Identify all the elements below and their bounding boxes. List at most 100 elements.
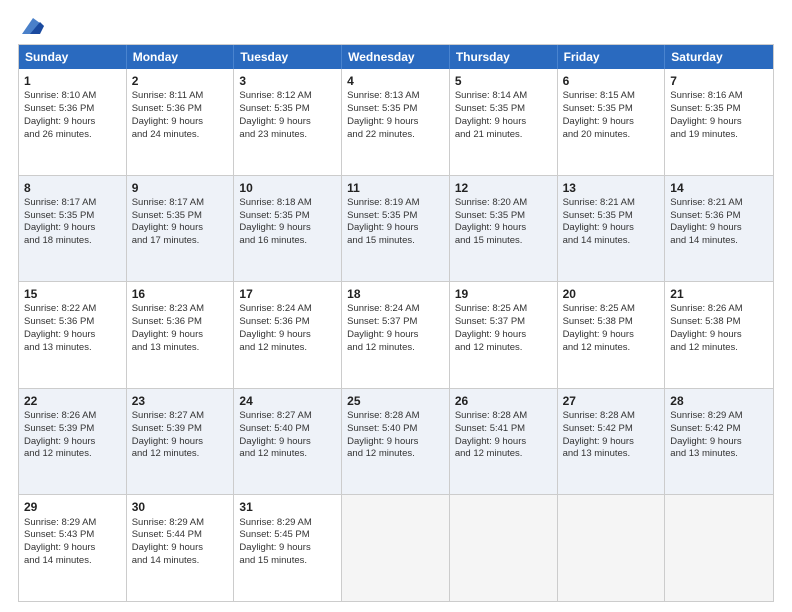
day-number: 24 xyxy=(239,393,336,409)
day-info-line: Sunset: 5:42 PM xyxy=(670,423,768,436)
day-number: 11 xyxy=(347,180,444,196)
day-number: 31 xyxy=(239,499,336,515)
day-number: 26 xyxy=(455,393,552,409)
day-info-line: and 12 minutes. xyxy=(563,342,660,355)
day-info-line: and 12 minutes. xyxy=(455,448,552,461)
header-day-tuesday: Tuesday xyxy=(234,45,342,69)
cal-row-3: 15Sunrise: 8:22 AMSunset: 5:36 PMDayligh… xyxy=(19,282,773,389)
day-info-line: Sunset: 5:35 PM xyxy=(347,103,444,116)
day-info-line: Sunset: 5:35 PM xyxy=(239,103,336,116)
cal-cell-day-1: 1Sunrise: 8:10 AMSunset: 5:36 PMDaylight… xyxy=(19,69,127,175)
day-info-line: Daylight: 9 hours xyxy=(239,116,336,129)
day-info-line: Sunrise: 8:27 AM xyxy=(239,410,336,423)
day-info-line: Daylight: 9 hours xyxy=(132,542,229,555)
day-info-line: Daylight: 9 hours xyxy=(239,222,336,235)
day-info-line: Daylight: 9 hours xyxy=(24,329,121,342)
day-info-line: Sunrise: 8:29 AM xyxy=(132,517,229,530)
day-info-line: Daylight: 9 hours xyxy=(132,436,229,449)
day-number: 30 xyxy=(132,499,229,515)
cal-row-2: 8Sunrise: 8:17 AMSunset: 5:35 PMDaylight… xyxy=(19,176,773,283)
day-info-line: Daylight: 9 hours xyxy=(24,436,121,449)
calendar: SundayMondayTuesdayWednesdayThursdayFrid… xyxy=(18,44,774,602)
day-info-line: Sunrise: 8:22 AM xyxy=(24,303,121,316)
calendar-body: 1Sunrise: 8:10 AMSunset: 5:36 PMDaylight… xyxy=(19,69,773,601)
day-info-line: Daylight: 9 hours xyxy=(455,116,552,129)
day-info-line: Daylight: 9 hours xyxy=(455,222,552,235)
day-info-line: Daylight: 9 hours xyxy=(239,436,336,449)
day-info-line: Sunset: 5:38 PM xyxy=(563,316,660,329)
day-info-line: Sunset: 5:36 PM xyxy=(239,316,336,329)
day-info-line: Daylight: 9 hours xyxy=(563,116,660,129)
day-info-line: and 22 minutes. xyxy=(347,129,444,142)
cal-cell-day-14: 14Sunrise: 8:21 AMSunset: 5:36 PMDayligh… xyxy=(665,176,773,282)
day-info-line: and 23 minutes. xyxy=(239,129,336,142)
day-info-line: Sunrise: 8:25 AM xyxy=(563,303,660,316)
day-info-line: Sunrise: 8:29 AM xyxy=(239,517,336,530)
day-number: 7 xyxy=(670,73,768,89)
day-number: 22 xyxy=(24,393,121,409)
day-info-line: and 12 minutes. xyxy=(24,448,121,461)
cal-cell-day-6: 6Sunrise: 8:15 AMSunset: 5:35 PMDaylight… xyxy=(558,69,666,175)
cal-row-5: 29Sunrise: 8:29 AMSunset: 5:43 PMDayligh… xyxy=(19,495,773,601)
header xyxy=(18,18,774,34)
cal-cell-day-5: 5Sunrise: 8:14 AMSunset: 5:35 PMDaylight… xyxy=(450,69,558,175)
day-info-line: and 16 minutes. xyxy=(239,235,336,248)
day-info-line: Daylight: 9 hours xyxy=(670,222,768,235)
day-info-line: Sunrise: 8:23 AM xyxy=(132,303,229,316)
day-info-line: Daylight: 9 hours xyxy=(670,329,768,342)
day-info-line: Sunset: 5:35 PM xyxy=(132,210,229,223)
day-info-line: Sunrise: 8:21 AM xyxy=(670,197,768,210)
day-info-line: Sunset: 5:40 PM xyxy=(239,423,336,436)
day-info-line: Sunset: 5:41 PM xyxy=(455,423,552,436)
header-day-friday: Friday xyxy=(558,45,666,69)
day-info-line: Sunset: 5:36 PM xyxy=(24,103,121,116)
day-number: 17 xyxy=(239,286,336,302)
day-info-line: Sunrise: 8:28 AM xyxy=(563,410,660,423)
day-info-line: Sunrise: 8:28 AM xyxy=(347,410,444,423)
day-number: 1 xyxy=(24,73,121,89)
day-info-line: and 18 minutes. xyxy=(24,235,121,248)
cal-cell-day-4: 4Sunrise: 8:13 AMSunset: 5:35 PMDaylight… xyxy=(342,69,450,175)
day-info-line: Daylight: 9 hours xyxy=(24,542,121,555)
day-info-line: Sunrise: 8:20 AM xyxy=(455,197,552,210)
day-number: 12 xyxy=(455,180,552,196)
day-info-line: Sunset: 5:36 PM xyxy=(132,103,229,116)
cal-cell-day-2: 2Sunrise: 8:11 AMSunset: 5:36 PMDaylight… xyxy=(127,69,235,175)
day-info-line: and 21 minutes. xyxy=(455,129,552,142)
day-info-line: Sunset: 5:42 PM xyxy=(563,423,660,436)
cal-cell-day-22: 22Sunrise: 8:26 AMSunset: 5:39 PMDayligh… xyxy=(19,389,127,495)
day-number: 29 xyxy=(24,499,121,515)
day-info-line: Sunrise: 8:21 AM xyxy=(563,197,660,210)
day-info-line: and 12 minutes. xyxy=(347,448,444,461)
day-info-line: Sunrise: 8:13 AM xyxy=(347,90,444,103)
day-number: 15 xyxy=(24,286,121,302)
day-info-line: Daylight: 9 hours xyxy=(132,222,229,235)
day-info-line: and 13 minutes. xyxy=(563,448,660,461)
header-day-wednesday: Wednesday xyxy=(342,45,450,69)
day-info-line: and 19 minutes. xyxy=(670,129,768,142)
day-info-line: Sunset: 5:35 PM xyxy=(347,210,444,223)
day-info-line: Sunset: 5:35 PM xyxy=(563,210,660,223)
day-info-line: Sunrise: 8:17 AM xyxy=(24,197,121,210)
cal-cell-day-21: 21Sunrise: 8:26 AMSunset: 5:38 PMDayligh… xyxy=(665,282,773,388)
day-number: 10 xyxy=(239,180,336,196)
logo-icon xyxy=(22,18,44,34)
day-info-line: Sunset: 5:36 PM xyxy=(24,316,121,329)
day-info-line: Sunrise: 8:11 AM xyxy=(132,90,229,103)
day-info-line: Sunset: 5:37 PM xyxy=(347,316,444,329)
day-info-line: Daylight: 9 hours xyxy=(455,436,552,449)
day-info-line: Daylight: 9 hours xyxy=(239,542,336,555)
day-number: 8 xyxy=(24,180,121,196)
cal-cell-day-25: 25Sunrise: 8:28 AMSunset: 5:40 PMDayligh… xyxy=(342,389,450,495)
cal-cell-day-17: 17Sunrise: 8:24 AMSunset: 5:36 PMDayligh… xyxy=(234,282,342,388)
day-info-line: Sunset: 5:35 PM xyxy=(563,103,660,116)
day-info-line: Daylight: 9 hours xyxy=(132,329,229,342)
day-info-line: Sunrise: 8:17 AM xyxy=(132,197,229,210)
cal-row-4: 22Sunrise: 8:26 AMSunset: 5:39 PMDayligh… xyxy=(19,389,773,496)
calendar-header: SundayMondayTuesdayWednesdayThursdayFrid… xyxy=(19,45,773,69)
day-info-line: and 12 minutes. xyxy=(239,448,336,461)
day-number: 28 xyxy=(670,393,768,409)
day-info-line: Daylight: 9 hours xyxy=(563,222,660,235)
header-day-thursday: Thursday xyxy=(450,45,558,69)
day-number: 2 xyxy=(132,73,229,89)
